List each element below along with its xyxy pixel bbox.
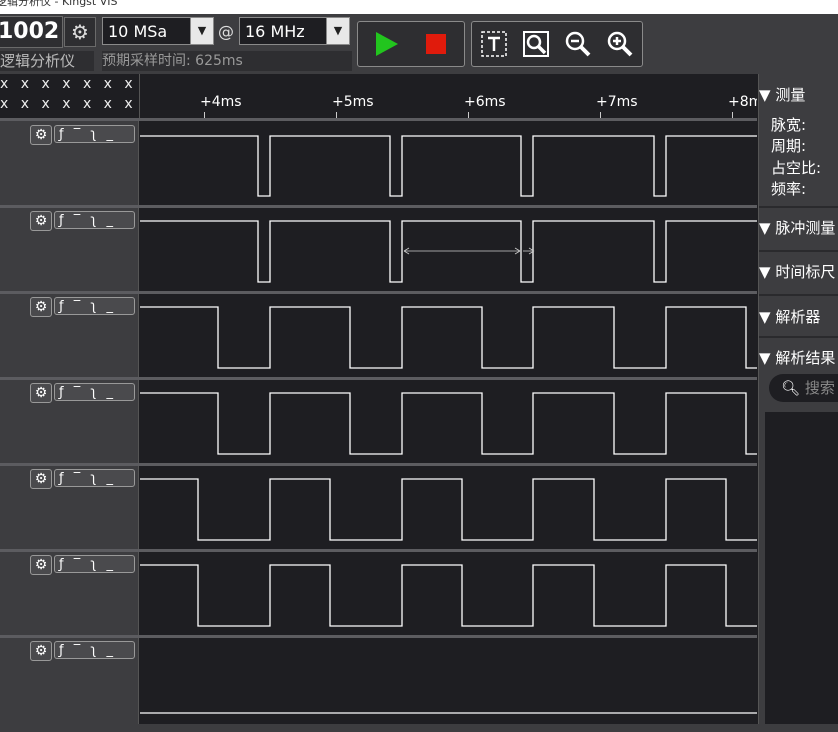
channel-1-label: ⚙ ƒ ‾ ʅ _ [0,206,139,292]
channel-settings-gear-icon[interactable]: ⚙ [30,125,52,145]
period-measure-arrow [403,247,535,255]
panel-divider [759,250,838,252]
time-marker-section-header[interactable]: ▼ 时间标尺 [759,261,838,282]
tick-label: +5ms [332,94,374,110]
play-icon[interactable] [372,30,400,58]
chevron-down-icon[interactable]: ▼ [326,18,349,44]
estimated-sample-time: 预期采样时间: 625ms [102,51,352,71]
channel-trigger-selector[interactable]: ƒ ‾ ʅ _ [54,211,135,229]
analyzer-section-header[interactable]: ▼ 解析器 [759,306,838,327]
channel-trigger-selector[interactable]: ƒ ‾ ʅ _ [54,641,135,659]
channel-2-label: ⚙ ƒ ‾ ʅ _ [0,292,139,378]
sample-rate-select[interactable]: 16 MHz ▼ [239,17,350,45]
zoom-fit-icon[interactable] [522,30,550,58]
period-label: 周期: [771,137,807,155]
channel-settings-gear-icon[interactable]: ⚙ [30,211,52,231]
device-name: 逻辑分析仪 [0,51,94,71]
at-symbol: @ [218,22,234,41]
tick-label: +4ms [200,94,242,110]
analyzer-results-section-header[interactable]: ▼ 解析结果 [759,347,838,368]
channel-2-waveform [140,306,757,369]
sample-depth-select[interactable]: 10 MSa ▼ [102,17,214,45]
pulse-measure-title: 脉冲测量 [775,219,836,237]
pulse-measure-section-header[interactable]: ▼ 脉冲测量 [759,217,838,238]
channel-0-label: ⚙ ƒ ‾ ʅ _ [0,120,139,206]
channel-trigger-selector[interactable]: ƒ ‾ ʅ _ [54,469,135,487]
channel-5-waveform [140,564,757,627]
tick-label: +6ms [464,94,506,110]
zoom-out-icon[interactable] [564,30,592,58]
time-marker-title: 时间标尺 [775,263,836,281]
text-tool-icon[interactable] [480,30,508,58]
right-panel: ▼ 测量 脉宽: 周期: 占空比: 频率: ▼ 脉冲测量 ▼ 时间标尺 ▼ 解析… [758,74,838,732]
channel-6-label: ⚙ ƒ ‾ ʅ _ [0,636,139,724]
channel-0-waveform [140,135,757,197]
analyzer-title: 解析器 [775,308,821,326]
window-title: 逻辑分析仪 - Kingst VIS [0,0,118,8]
main-toolbar: 1002 ⚙ 逻辑分析仪 10 MSa ▼ @ 16 MHz ▼ 预期采样时间:… [0,14,838,74]
trigger-pattern-row: x x x x x x x [0,96,137,112]
analyzer-results-list [765,412,838,732]
channel-trigger-selector[interactable]: ƒ ‾ ʅ _ [54,125,135,143]
pulse-width-label: 脉宽: [771,116,807,134]
waveform-area[interactable] [140,120,757,724]
channel-settings-gear-icon[interactable]: ⚙ [30,383,52,403]
device-settings-gear-icon[interactable]: ⚙ [64,17,96,47]
channel-trigger-selector[interactable]: ƒ ‾ ʅ _ [54,555,135,573]
channel-settings-gear-icon[interactable]: ⚙ [30,469,52,489]
zoom-in-icon[interactable] [606,30,634,58]
channel-5-label: ⚙ ƒ ‾ ʅ _ [0,550,139,636]
trigger-pattern-display: x x x x x x x x x x x x x x [0,74,140,120]
search-placeholder: 搜索 [804,379,835,397]
channel-4-label: ⚙ ƒ ‾ ʅ _ [0,464,139,550]
panel-divider [759,294,838,296]
analyzer-results-title: 解析结果 [775,349,836,367]
channel-trigger-selector[interactable]: ƒ ‾ ʅ _ [54,297,135,315]
chevron-down-icon[interactable]: ▼ [190,18,213,44]
device-id-text: 1002 [0,19,60,44]
measure-title: 测量 [775,86,806,104]
time-ruler[interactable]: +4ms +5ms +6ms +7ms +8ms [140,74,757,120]
measure-section-header[interactable]: ▼ 测量 [759,84,838,105]
trigger-pattern-row: x x x x x x x [0,76,137,92]
sample-rate-value: 16 MHz [245,22,305,41]
channel-trigger-selector[interactable]: ƒ ‾ ʅ _ [54,383,135,401]
run-controls [357,21,465,67]
search-input[interactable]: 🔍︎ 搜索 [769,374,838,402]
sample-depth-value: 10 MSa [108,22,168,41]
channel-1-waveform [140,220,757,283]
search-icon: 🔍︎ [781,379,801,397]
tick-label: +8ms [728,94,757,110]
bottom-scrollbar[interactable] [0,724,838,732]
tick-label: +7ms [596,94,638,110]
panel-divider [759,206,838,208]
channel-settings-gear-icon[interactable]: ⚙ [30,555,52,575]
channel-3-waveform [140,392,757,455]
stop-icon[interactable] [422,30,450,58]
channel-settings-gear-icon[interactable]: ⚙ [30,641,52,661]
channel-4-waveform [140,478,757,541]
frequency-label: 频率: [771,180,807,198]
window-titlebar: 逻辑分析仪 - Kingst VIS [0,0,838,14]
device-id[interactable]: 1002 [0,16,63,48]
panel-divider [759,336,838,338]
channel-3-label: ⚙ ƒ ‾ ʅ _ [0,378,139,464]
channel-settings-gear-icon[interactable]: ⚙ [30,297,52,317]
duty-cycle-label: 占空比: [771,159,822,177]
view-controls [471,21,643,67]
